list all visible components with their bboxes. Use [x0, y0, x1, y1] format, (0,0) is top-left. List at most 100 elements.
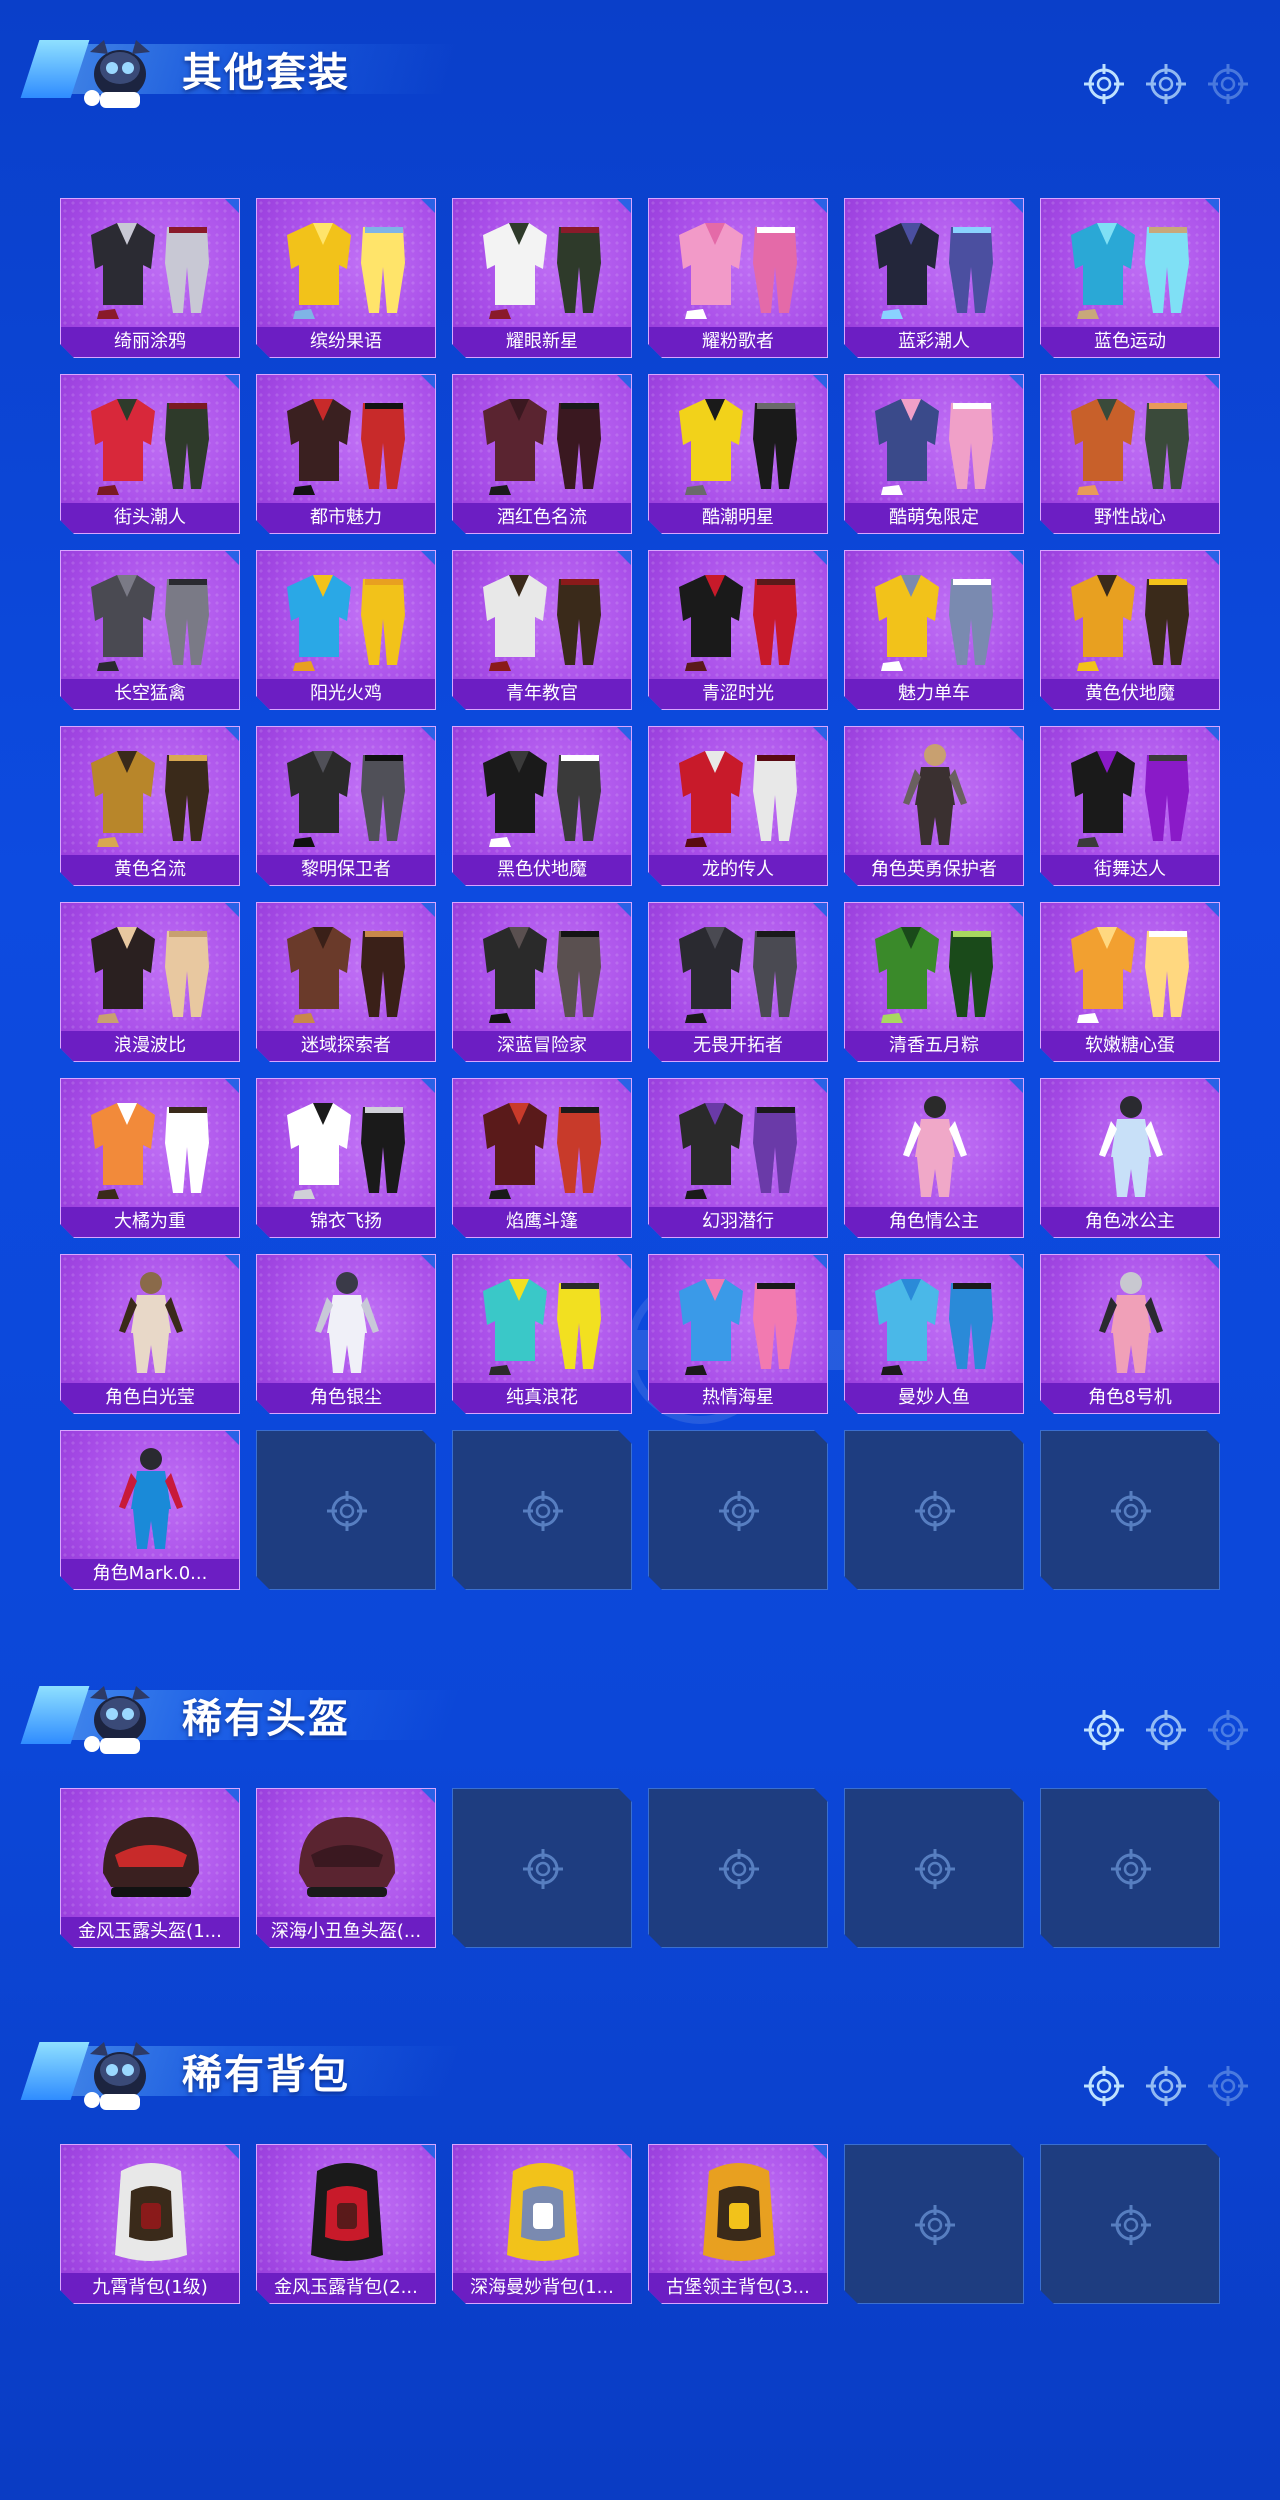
- character-icon: [1051, 1085, 1211, 1203]
- item-card[interactable]: 曼妙人鱼: [844, 1254, 1024, 1414]
- item-card[interactable]: 街头潮人: [60, 374, 240, 534]
- item-card[interactable]: 浪漫波比: [60, 902, 240, 1062]
- item-name: 角色冰公主: [1041, 1207, 1219, 1237]
- item-card[interactable]: 长空猛禽: [60, 550, 240, 710]
- outfit-icon: [855, 557, 1015, 675]
- item-card[interactable]: 焰鹰斗篷: [452, 1078, 632, 1238]
- item-name: 酷萌兔限定: [845, 503, 1023, 533]
- item-card[interactable]: 阳光火鸡: [256, 550, 436, 710]
- empty-slot: [1040, 2144, 1220, 2304]
- item-name: 野性战心: [1041, 503, 1219, 533]
- outfit-icon: [855, 381, 1015, 499]
- helmet-icon: [267, 1795, 427, 1913]
- crosshair-icon: [1206, 62, 1250, 106]
- item-card[interactable]: 金风玉露背包(2...: [256, 2144, 436, 2304]
- item-card[interactable]: 街舞达人: [1040, 726, 1220, 886]
- empty-slot: [452, 1430, 632, 1590]
- item-card[interactable]: 青年教官: [452, 550, 632, 710]
- target-icons: [1082, 1708, 1250, 1752]
- item-card[interactable]: 野性战心: [1040, 374, 1220, 534]
- item-card[interactable]: 锦衣飞扬: [256, 1078, 436, 1238]
- item-card[interactable]: 角色冰公主: [1040, 1078, 1220, 1238]
- item-card[interactable]: 酒红色名流: [452, 374, 632, 534]
- item-card[interactable]: 幻羽潜行: [648, 1078, 828, 1238]
- item-card[interactable]: 角色情公主: [844, 1078, 1024, 1238]
- item-card[interactable]: 大橘为重: [60, 1078, 240, 1238]
- item-card[interactable]: 缤纷果语: [256, 198, 436, 358]
- outfit-icon: [71, 733, 231, 851]
- crosshair-icon: [1082, 2064, 1126, 2108]
- item-card[interactable]: 蓝色运动: [1040, 198, 1220, 358]
- item-name: 锦衣飞扬: [257, 1207, 435, 1237]
- item-card[interactable]: 角色白光莹: [60, 1254, 240, 1414]
- item-name: 酒红色名流: [453, 503, 631, 533]
- item-grid: 九霄背包(1级) 金风玉露背包(2... 深海曼妙背包(1... 古堡领主背包(3..…: [60, 2144, 1220, 2304]
- item-card[interactable]: 耀粉歌者: [648, 198, 828, 358]
- outfit-icon: [463, 733, 623, 851]
- item-card[interactable]: 热情海星: [648, 1254, 828, 1414]
- outfit-icon: [71, 909, 231, 1027]
- item-card[interactable]: 黎明保卫者: [256, 726, 436, 886]
- item-card[interactable]: 角色8号机: [1040, 1254, 1220, 1414]
- outfit-icon: [659, 205, 819, 323]
- item-card[interactable]: 魅力单车: [844, 550, 1024, 710]
- item-name: 缤纷果语: [257, 327, 435, 357]
- outfit-icon: [71, 381, 231, 499]
- item-name: 热情海星: [649, 1383, 827, 1413]
- section-title: 其他套装: [182, 50, 350, 96]
- item-card[interactable]: 角色英勇保护者: [844, 726, 1024, 886]
- item-name: 清香五月粽: [845, 1031, 1023, 1061]
- item-card[interactable]: 黄色伏地魔: [1040, 550, 1220, 710]
- item-name: 街舞达人: [1041, 855, 1219, 885]
- section-header: 稀有头盔: [0, 1646, 1280, 1754]
- outfit-icon: [1051, 205, 1211, 323]
- item-card[interactable]: 软嫩糖心蛋: [1040, 902, 1220, 1062]
- empty-slot: [844, 1788, 1024, 1948]
- item-card[interactable]: 角色Mark.0...: [60, 1430, 240, 1590]
- item-card[interactable]: 迷域探索者: [256, 902, 436, 1062]
- crosshair-icon: [1206, 1708, 1250, 1752]
- outfit-icon: [267, 909, 427, 1027]
- item-card[interactable]: 深海小丑鱼头盔(...: [256, 1788, 436, 1948]
- item-name: 金风玉露头盔(1...: [61, 1917, 239, 1947]
- outfit-icon: [659, 557, 819, 675]
- empty-slot: [452, 1788, 632, 1948]
- empty-slot: [648, 1788, 828, 1948]
- item-name: 黄色伏地魔: [1041, 679, 1219, 709]
- item-card[interactable]: 纯真浪花: [452, 1254, 632, 1414]
- item-card[interactable]: 古堡领主背包(3...: [648, 2144, 828, 2304]
- item-card[interactable]: 角色银尘: [256, 1254, 436, 1414]
- item-name: 魅力单车: [845, 679, 1023, 709]
- item-card[interactable]: 青涩时光: [648, 550, 828, 710]
- item-card[interactable]: 黑色伏地魔: [452, 726, 632, 886]
- item-card[interactable]: 龙的传人: [648, 726, 828, 886]
- outfit-icon: [1051, 557, 1211, 675]
- mascot-icon: [84, 1686, 150, 1754]
- character-icon: [855, 1085, 1015, 1203]
- item-name: 古堡领主背包(3...: [649, 2273, 827, 2303]
- outfit-icon: [267, 557, 427, 675]
- item-name: 角色Mark.0...: [61, 1559, 239, 1589]
- outfit-icon: [463, 557, 623, 675]
- crosshair-icon: [1206, 2064, 1250, 2108]
- item-card[interactable]: 金风玉露头盔(1...: [60, 1788, 240, 1948]
- item-card[interactable]: 酷潮明星: [648, 374, 828, 534]
- outfit-icon: [267, 1085, 427, 1203]
- item-card[interactable]: 无畏开拓者: [648, 902, 828, 1062]
- item-card[interactable]: 酷萌兔限定: [844, 374, 1024, 534]
- item-card[interactable]: 深蓝冒险家: [452, 902, 632, 1062]
- item-name: 龙的传人: [649, 855, 827, 885]
- item-card[interactable]: 黄色名流: [60, 726, 240, 886]
- item-card[interactable]: 清香五月粽: [844, 902, 1024, 1062]
- outfit-icon: [267, 733, 427, 851]
- item-card[interactable]: 九霄背包(1级): [60, 2144, 240, 2304]
- item-name: 角色8号机: [1041, 1383, 1219, 1413]
- item-card[interactable]: 都市魅力: [256, 374, 436, 534]
- item-card[interactable]: 耀眼新星: [452, 198, 632, 358]
- item-card[interactable]: 深海曼妙背包(1...: [452, 2144, 632, 2304]
- item-name: 黎明保卫者: [257, 855, 435, 885]
- item-name: 蓝彩潮人: [845, 327, 1023, 357]
- item-card[interactable]: 蓝彩潮人: [844, 198, 1024, 358]
- item-name: 纯真浪花: [453, 1383, 631, 1413]
- item-card[interactable]: 绮丽涂鸦: [60, 198, 240, 358]
